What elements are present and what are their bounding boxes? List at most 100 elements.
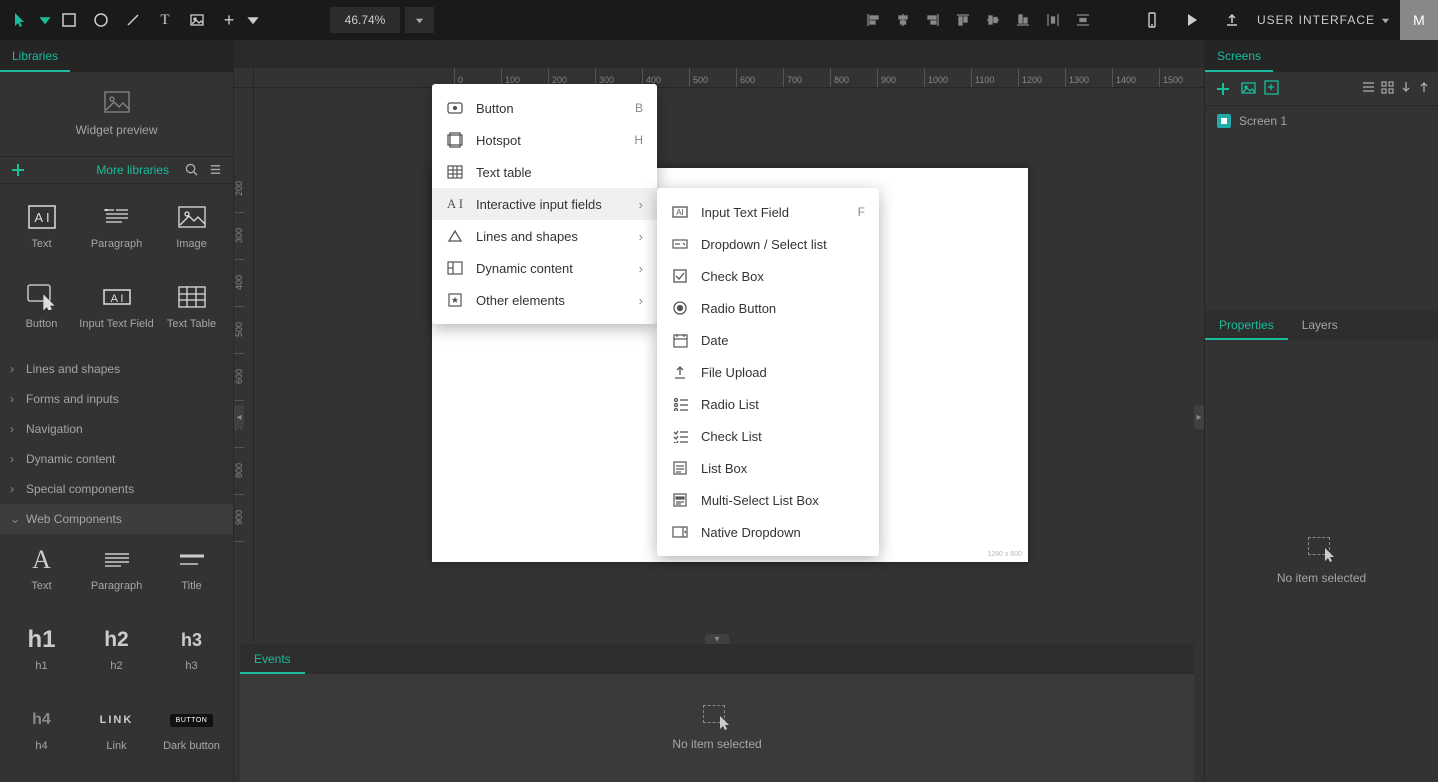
widget-text[interactable]: A I Text: [4, 194, 79, 270]
widget-image[interactable]: Image: [154, 194, 229, 270]
widget-preview-area: Widget preview: [0, 72, 233, 157]
ellipse-tool[interactable]: [86, 5, 116, 35]
submenu-item-native-dropdown[interactable]: Native Dropdown: [657, 516, 879, 548]
submenu-item-icon: AI: [671, 203, 689, 221]
wc-link[interactable]: LINKLink: [79, 702, 154, 774]
align-right[interactable]: [919, 5, 947, 35]
submenu-item-radio-button[interactable]: Radio Button: [657, 292, 879, 324]
widget-input-text[interactable]: A I Input Text Field: [79, 274, 154, 350]
zoom-dropdown[interactable]: [404, 7, 434, 33]
category-dynamic-content[interactable]: ›Dynamic content: [0, 444, 233, 474]
upload-button[interactable]: [1217, 5, 1247, 35]
submenu-item-date[interactable]: Date: [657, 324, 879, 356]
menu-item-hotspot[interactable]: HotspotH: [432, 124, 657, 156]
rectangle-tool[interactable]: [54, 5, 84, 35]
category-special-components[interactable]: ›Special components: [0, 474, 233, 504]
ruler-vertical[interactable]: 200300400500600700800900: [234, 88, 254, 642]
add-tool[interactable]: +: [214, 5, 244, 35]
category-web-components[interactable]: ⌄Web Components: [0, 504, 233, 534]
search-libraries-icon[interactable]: [181, 160, 201, 180]
wc-paragraph[interactable]: Paragraph: [79, 542, 154, 614]
select-tool-dropdown[interactable]: [38, 5, 52, 35]
submenu-item-dropdown-select-list[interactable]: Dropdown / Select list: [657, 228, 879, 260]
add-screen-type-icon[interactable]: [1241, 80, 1256, 98]
chevron-icon: ›: [10, 362, 20, 376]
events-tab[interactable]: Events: [240, 644, 305, 674]
submenu-item-check-box[interactable]: Check Box: [657, 260, 879, 292]
layers-tab[interactable]: Layers: [1288, 310, 1352, 340]
user-avatar[interactable]: M: [1400, 0, 1438, 40]
align-center-h[interactable]: [889, 5, 917, 35]
image-widget-icon: [178, 200, 206, 234]
line-tool[interactable]: [118, 5, 148, 35]
align-top[interactable]: [949, 5, 977, 35]
category-lines-and-shapes[interactable]: ›Lines and shapes: [0, 354, 233, 384]
widget-button[interactable]: Button: [4, 274, 79, 350]
submenu-item-input-text-field[interactable]: AIInput Text FieldF: [657, 196, 879, 228]
wc-text[interactable]: AText: [4, 542, 79, 614]
submenu-item-check-list[interactable]: Check List: [657, 420, 879, 452]
properties-tab[interactable]: Properties: [1205, 310, 1288, 340]
widget-text-table[interactable]: Text Table: [154, 274, 229, 350]
screens-tab[interactable]: Screens: [1205, 40, 1273, 72]
list-view-icon[interactable]: [205, 160, 225, 180]
category-navigation[interactable]: ›Navigation: [0, 414, 233, 444]
ruler-horizontal[interactable]: 0100200300400500600700800900100011001200…: [254, 68, 1204, 88]
menu-item-icon: [446, 291, 464, 309]
submenu-item-multi-select-list-box[interactable]: Multi-Select List Box: [657, 484, 879, 516]
collapse-left-handle[interactable]: ◂: [234, 405, 244, 429]
libraries-tab[interactable]: Libraries: [0, 40, 233, 72]
menu-item-text-table[interactable]: Text table: [432, 156, 657, 188]
submenu-item-icon: [671, 363, 689, 381]
submenu-item-icon: [671, 299, 689, 317]
device-preview[interactable]: [1137, 5, 1167, 35]
events-empty-label: No item selected: [672, 737, 761, 751]
interactive-inputs-submenu: AIInput Text FieldFDropdown / Select lis…: [657, 188, 879, 556]
project-dropdown[interactable]: USER INTERFACE: [1257, 13, 1390, 27]
wc-title[interactable]: Title: [154, 542, 229, 614]
wc-h1[interactable]: h1h1: [4, 622, 79, 694]
screen-item-1[interactable]: Screen 1: [1205, 106, 1438, 136]
image-tool[interactable]: [182, 5, 212, 35]
align-left[interactable]: [859, 5, 887, 35]
add-library-button[interactable]: [8, 160, 28, 180]
add-template-icon[interactable]: [1264, 80, 1279, 98]
wc-dark-button[interactable]: BUTTONDark button: [154, 702, 229, 774]
widget-paragraph[interactable]: Paragraph: [79, 194, 154, 270]
submenu-item-file-upload[interactable]: File Upload: [657, 356, 879, 388]
menu-item-button[interactable]: ButtonB: [432, 92, 657, 124]
text-tool[interactable]: T: [150, 5, 180, 35]
sort-up-icon[interactable]: [1418, 81, 1430, 96]
collapse-events-handle[interactable]: ▾: [705, 634, 729, 644]
submenu-item-list-box[interactable]: List Box: [657, 452, 879, 484]
align-bottom[interactable]: [1009, 5, 1037, 35]
add-screen-button[interactable]: [1213, 79, 1233, 99]
menu-item-icon: [446, 259, 464, 277]
submenu-item-radio-list[interactable]: Radio List: [657, 388, 879, 420]
menu-item-icon: [446, 99, 464, 117]
menu-item-dynamic-content[interactable]: Dynamic content›: [432, 252, 657, 284]
menu-item-lines-and-shapes[interactable]: Lines and shapes›: [432, 220, 657, 252]
wc-h2[interactable]: h2h2: [79, 622, 154, 694]
category-forms-and-inputs[interactable]: ›Forms and inputs: [0, 384, 233, 414]
distribute-v[interactable]: [1069, 5, 1097, 35]
select-tool[interactable]: [6, 5, 36, 35]
add-tool-dropdown[interactable]: [246, 5, 260, 35]
wc-h3[interactable]: h3h3: [154, 622, 229, 694]
more-libraries-link[interactable]: More libraries: [28, 163, 177, 177]
play-button[interactable]: [1177, 5, 1207, 35]
distribute-h[interactable]: [1039, 5, 1067, 35]
menu-item-interactive-input-fields[interactable]: A IInteractive input fields›: [432, 188, 657, 220]
wc-h4[interactable]: h4h4: [4, 702, 79, 774]
menu-item-icon: A I: [446, 195, 464, 213]
list-view-toggle[interactable]: [1362, 81, 1375, 97]
grid-view-toggle[interactable]: [1381, 81, 1394, 97]
menu-item-icon: [446, 227, 464, 245]
submenu-item-icon: [671, 267, 689, 285]
zoom-input[interactable]: [330, 7, 400, 33]
submenu-item-icon: [671, 395, 689, 413]
sort-down-icon[interactable]: [1400, 81, 1412, 96]
align-middle-v[interactable]: [979, 5, 1007, 35]
menu-item-other-elements[interactable]: Other elements›: [432, 284, 657, 316]
collapse-right-handle[interactable]: ▸: [1194, 405, 1204, 429]
